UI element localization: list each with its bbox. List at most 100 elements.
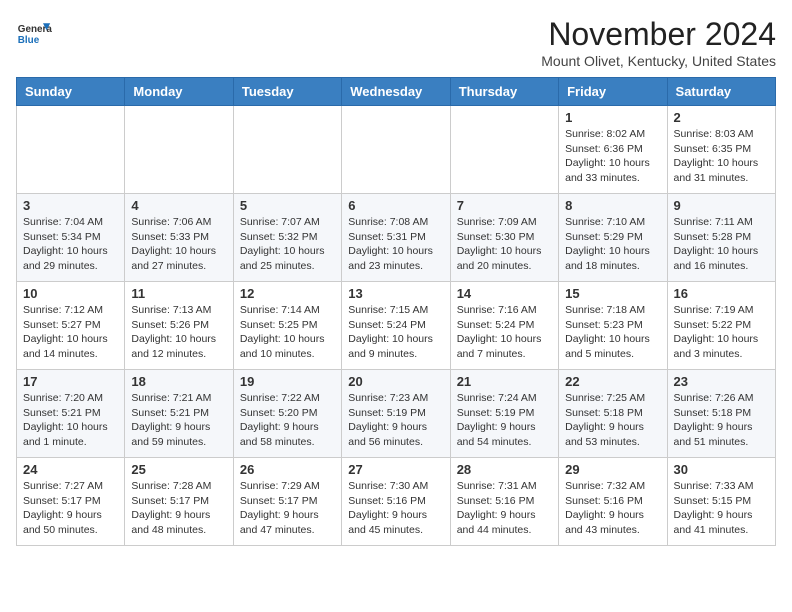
day-info: Sunrise: 7:20 AM Sunset: 5:21 PM Dayligh… bbox=[23, 391, 118, 450]
day-info: Sunrise: 7:06 AM Sunset: 5:33 PM Dayligh… bbox=[131, 215, 226, 274]
logo-icon: General Blue bbox=[16, 16, 52, 52]
day-info: Sunrise: 7:28 AM Sunset: 5:17 PM Dayligh… bbox=[131, 479, 226, 538]
day-number: 7 bbox=[457, 198, 552, 213]
day-info: Sunrise: 7:23 AM Sunset: 5:19 PM Dayligh… bbox=[348, 391, 443, 450]
calendar-day-cell: 11Sunrise: 7:13 AM Sunset: 5:26 PM Dayli… bbox=[125, 282, 233, 370]
col-header-thursday: Thursday bbox=[450, 78, 558, 106]
calendar-day-cell: 4 Sunrise: 7:06 AM Sunset: 5:33 PM Daylig… bbox=[125, 194, 233, 282]
calendar-day-cell: 22 Sunrise: 7:25 AM Sunset: 5:18 PM Dayli… bbox=[559, 370, 667, 458]
day-number: 16 bbox=[674, 286, 769, 301]
calendar-header-row: SundayMondayTuesdayWednesdayThursdayFrid… bbox=[17, 78, 776, 106]
day-number: 2 bbox=[674, 110, 769, 125]
calendar-week-row: 3 Sunrise: 7:04 AM Sunset: 5:34 PM Daylig… bbox=[17, 194, 776, 282]
calendar-day-cell: 21 Sunrise: 7:24 AM Sunset: 5:19 PM Dayli… bbox=[450, 370, 558, 458]
day-number: 24 bbox=[23, 462, 118, 477]
calendar-week-row: 17 Sunrise: 7:20 AM Sunset: 5:21 PM Dayli… bbox=[17, 370, 776, 458]
title-section: November 2024 Mount Olivet, Kentucky, Un… bbox=[541, 16, 776, 69]
col-header-friday: Friday bbox=[559, 78, 667, 106]
calendar-day-cell: 26 Sunrise: 7:29 AM Sunset: 5:17 PM Dayli… bbox=[233, 458, 341, 546]
calendar-day-cell: 15Sunrise: 7:18 AM Sunset: 5:23 PM Dayli… bbox=[559, 282, 667, 370]
calendar-day-cell: 13Sunrise: 7:15 AM Sunset: 5:24 PM Dayli… bbox=[342, 282, 450, 370]
calendar-day-cell: 24Sunrise: 7:27 AM Sunset: 5:17 PM Dayli… bbox=[17, 458, 125, 546]
day-number: 9 bbox=[674, 198, 769, 213]
day-number: 13 bbox=[348, 286, 443, 301]
calendar-day-cell: 5 Sunrise: 7:07 AM Sunset: 5:32 PM Daylig… bbox=[233, 194, 341, 282]
calendar-day-cell: 17 Sunrise: 7:20 AM Sunset: 5:21 PM Dayli… bbox=[17, 370, 125, 458]
day-info: Sunrise: 7:30 AM Sunset: 5:16 PM Dayligh… bbox=[348, 479, 443, 538]
calendar-day-cell: 19 Sunrise: 7:22 AM Sunset: 5:20 PM Dayli… bbox=[233, 370, 341, 458]
day-number: 20 bbox=[348, 374, 443, 389]
day-info: Sunrise: 7:12 AM Sunset: 5:27 PM Dayligh… bbox=[23, 303, 118, 362]
day-number: 12 bbox=[240, 286, 335, 301]
empty-cell bbox=[17, 106, 125, 194]
day-info: Sunrise: 7:14 AM Sunset: 5:25 PM Dayligh… bbox=[240, 303, 335, 362]
day-info: Sunrise: 7:25 AM Sunset: 5:18 PM Dayligh… bbox=[565, 391, 660, 450]
calendar-day-cell: 30Sunrise: 7:33 AM Sunset: 5:15 PM Dayli… bbox=[667, 458, 775, 546]
calendar-day-cell: 18Sunrise: 7:21 AM Sunset: 5:21 PM Dayli… bbox=[125, 370, 233, 458]
calendar-week-row: 24Sunrise: 7:27 AM Sunset: 5:17 PM Dayli… bbox=[17, 458, 776, 546]
day-info: Sunrise: 7:07 AM Sunset: 5:32 PM Dayligh… bbox=[240, 215, 335, 274]
logo: General Blue bbox=[16, 16, 52, 52]
col-header-tuesday: Tuesday bbox=[233, 78, 341, 106]
day-info: Sunrise: 7:18 AM Sunset: 5:23 PM Dayligh… bbox=[565, 303, 660, 362]
calendar-week-row: 10 Sunrise: 7:12 AM Sunset: 5:27 PM Dayli… bbox=[17, 282, 776, 370]
calendar-day-cell: 25 Sunrise: 7:28 AM Sunset: 5:17 PM Dayli… bbox=[125, 458, 233, 546]
calendar-day-cell: 2Sunrise: 8:03 AM Sunset: 6:35 PM Daylig… bbox=[667, 106, 775, 194]
day-info: Sunrise: 7:21 AM Sunset: 5:21 PM Dayligh… bbox=[131, 391, 226, 450]
calendar-day-cell: 7 Sunrise: 7:09 AM Sunset: 5:30 PM Daylig… bbox=[450, 194, 558, 282]
day-info: Sunrise: 7:29 AM Sunset: 5:17 PM Dayligh… bbox=[240, 479, 335, 538]
day-number: 4 bbox=[131, 198, 226, 213]
day-number: 8 bbox=[565, 198, 660, 213]
calendar-day-cell: 14 Sunrise: 7:16 AM Sunset: 5:24 PM Dayli… bbox=[450, 282, 558, 370]
day-info: Sunrise: 7:32 AM Sunset: 5:16 PM Dayligh… bbox=[565, 479, 660, 538]
day-number: 27 bbox=[348, 462, 443, 477]
empty-cell bbox=[125, 106, 233, 194]
day-number: 5 bbox=[240, 198, 335, 213]
day-number: 28 bbox=[457, 462, 552, 477]
day-number: 29 bbox=[565, 462, 660, 477]
day-info: Sunrise: 7:13 AM Sunset: 5:26 PM Dayligh… bbox=[131, 303, 226, 362]
day-number: 26 bbox=[240, 462, 335, 477]
calendar-day-cell: 1Sunrise: 8:02 AM Sunset: 6:36 PM Daylig… bbox=[559, 106, 667, 194]
day-number: 25 bbox=[131, 462, 226, 477]
day-number: 23 bbox=[674, 374, 769, 389]
day-info: Sunrise: 7:04 AM Sunset: 5:34 PM Dayligh… bbox=[23, 215, 118, 274]
calendar-day-cell: 8 Sunrise: 7:10 AM Sunset: 5:29 PM Daylig… bbox=[559, 194, 667, 282]
day-info: Sunrise: 7:10 AM Sunset: 5:29 PM Dayligh… bbox=[565, 215, 660, 274]
calendar-week-row: 1Sunrise: 8:02 AM Sunset: 6:36 PM Daylig… bbox=[17, 106, 776, 194]
day-number: 3 bbox=[23, 198, 118, 213]
calendar-day-cell: 6 Sunrise: 7:08 AM Sunset: 5:31 PM Daylig… bbox=[342, 194, 450, 282]
day-info: Sunrise: 7:08 AM Sunset: 5:31 PM Dayligh… bbox=[348, 215, 443, 274]
col-header-saturday: Saturday bbox=[667, 78, 775, 106]
page-header: General Blue November 2024 Mount Olivet,… bbox=[16, 16, 776, 69]
day-number: 17 bbox=[23, 374, 118, 389]
calendar-day-cell: 12 Sunrise: 7:14 AM Sunset: 5:25 PM Dayli… bbox=[233, 282, 341, 370]
col-header-sunday: Sunday bbox=[17, 78, 125, 106]
svg-text:Blue: Blue bbox=[18, 35, 40, 46]
day-info: Sunrise: 7:22 AM Sunset: 5:20 PM Dayligh… bbox=[240, 391, 335, 450]
day-info: Sunrise: 7:11 AM Sunset: 5:28 PM Dayligh… bbox=[674, 215, 769, 274]
calendar-day-cell: 10 Sunrise: 7:12 AM Sunset: 5:27 PM Dayli… bbox=[17, 282, 125, 370]
day-number: 10 bbox=[23, 286, 118, 301]
day-info: Sunrise: 7:24 AM Sunset: 5:19 PM Dayligh… bbox=[457, 391, 552, 450]
col-header-wednesday: Wednesday bbox=[342, 78, 450, 106]
calendar-day-cell: 29 Sunrise: 7:32 AM Sunset: 5:16 PM Dayli… bbox=[559, 458, 667, 546]
calendar-table: SundayMondayTuesdayWednesdayThursdayFrid… bbox=[16, 77, 776, 546]
day-number: 14 bbox=[457, 286, 552, 301]
calendar-day-cell: 23Sunrise: 7:26 AM Sunset: 5:18 PM Dayli… bbox=[667, 370, 775, 458]
day-info: Sunrise: 7:19 AM Sunset: 5:22 PM Dayligh… bbox=[674, 303, 769, 362]
location: Mount Olivet, Kentucky, United States bbox=[541, 53, 776, 69]
day-number: 22 bbox=[565, 374, 660, 389]
day-info: Sunrise: 7:09 AM Sunset: 5:30 PM Dayligh… bbox=[457, 215, 552, 274]
calendar-day-cell: 28Sunrise: 7:31 AM Sunset: 5:16 PM Dayli… bbox=[450, 458, 558, 546]
calendar-day-cell: 16 Sunrise: 7:19 AM Sunset: 5:22 PM Dayli… bbox=[667, 282, 775, 370]
calendar-day-cell: 20 Sunrise: 7:23 AM Sunset: 5:19 PM Dayli… bbox=[342, 370, 450, 458]
calendar-day-cell: 3 Sunrise: 7:04 AM Sunset: 5:34 PM Daylig… bbox=[17, 194, 125, 282]
day-info: Sunrise: 8:02 AM Sunset: 6:36 PM Dayligh… bbox=[565, 127, 660, 186]
day-number: 19 bbox=[240, 374, 335, 389]
calendar-day-cell: 27 Sunrise: 7:30 AM Sunset: 5:16 PM Dayli… bbox=[342, 458, 450, 546]
day-number: 6 bbox=[348, 198, 443, 213]
empty-cell bbox=[233, 106, 341, 194]
day-info: Sunrise: 7:16 AM Sunset: 5:24 PM Dayligh… bbox=[457, 303, 552, 362]
day-number: 21 bbox=[457, 374, 552, 389]
